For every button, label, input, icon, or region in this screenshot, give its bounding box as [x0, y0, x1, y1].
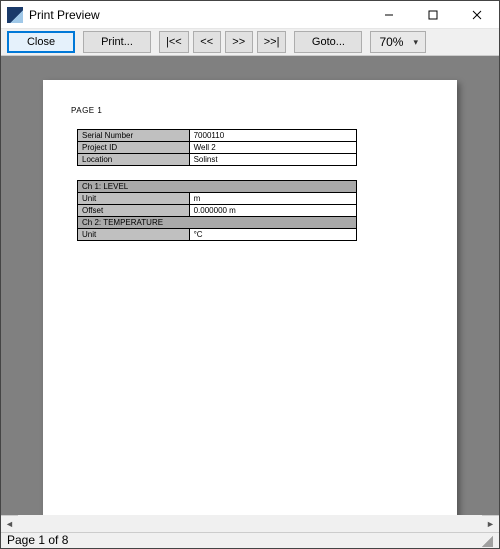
meta-key: Location	[78, 154, 190, 166]
nav-next-button[interactable]: >>	[225, 31, 253, 53]
toolbar: Close Print... |<< << >> >>| Goto... 70%…	[1, 29, 499, 56]
channel-key: Unit	[78, 193, 190, 205]
status-text: Page 1 of 8	[7, 533, 68, 547]
maximize-button[interactable]	[411, 1, 455, 29]
titlebar: Print Preview	[1, 1, 499, 29]
table-row: Serial Number 7000110	[78, 130, 357, 142]
status-bar: Page 1 of 8	[1, 532, 499, 548]
nav-first-button[interactable]: |<<	[159, 31, 189, 53]
meta-value: Well 2	[189, 142, 356, 154]
scroll-track[interactable]	[18, 515, 482, 532]
minimize-button[interactable]	[367, 1, 411, 29]
channel-value: m	[189, 193, 356, 205]
scroll-left-icon[interactable]: ◄	[1, 515, 18, 532]
nav-group: |<< << >> >>|	[159, 31, 286, 53]
zoom-value: 70%	[379, 35, 403, 49]
preview-canvas[interactable]: PAGE 1 Serial Number 7000110 Project ID …	[1, 56, 499, 515]
meta-key: Project ID	[78, 142, 190, 154]
app-icon	[7, 7, 23, 23]
resize-grip-icon[interactable]	[479, 533, 493, 547]
meta-table: Serial Number 7000110 Project ID Well 2 …	[77, 129, 357, 166]
horizontal-scrollbar[interactable]: ◄ ►	[1, 515, 499, 532]
channel-header-row: Ch 2: TEMPERATURE	[78, 217, 357, 229]
channel-header: Ch 1: LEVEL	[78, 181, 357, 193]
channel-header: Ch 2: TEMPERATURE	[78, 217, 357, 229]
close-icon	[472, 10, 482, 20]
table-row: Offset 0.000000 m	[78, 205, 357, 217]
page: PAGE 1 Serial Number 7000110 Project ID …	[43, 80, 457, 515]
print-button[interactable]: Print...	[83, 31, 151, 53]
maximize-icon	[428, 10, 438, 20]
meta-key: Serial Number	[78, 130, 190, 142]
table-row: Project ID Well 2	[78, 142, 357, 154]
channel-header-row: Ch 1: LEVEL	[78, 181, 357, 193]
table-row: Location Solinst	[78, 154, 357, 166]
table-row: Unit °C	[78, 229, 357, 241]
close-button[interactable]: Close	[7, 31, 75, 53]
window-close-button[interactable]	[455, 1, 499, 29]
scroll-right-icon[interactable]: ►	[482, 515, 499, 532]
channel-key: Offset	[78, 205, 190, 217]
page-number-label: PAGE 1	[71, 106, 429, 115]
channel-key: Unit	[78, 229, 190, 241]
table-row: Unit m	[78, 193, 357, 205]
nav-last-button[interactable]: >>|	[257, 31, 287, 53]
minimize-icon	[384, 10, 394, 20]
preview-wrap: PAGE 1 Serial Number 7000110 Project ID …	[1, 56, 499, 532]
window-title: Print Preview	[29, 8, 367, 22]
meta-value: Solinst	[189, 154, 356, 166]
nav-prev-button[interactable]: <<	[193, 31, 221, 53]
chevron-down-icon: ▾	[413, 37, 418, 48]
channel-value: 0.000000 m	[189, 205, 356, 217]
goto-button[interactable]: Goto...	[294, 31, 362, 53]
channel-value: °C	[189, 229, 356, 241]
channel-table: Ch 1: LEVEL Unit m Offset 0.000000 m Ch …	[77, 180, 357, 241]
meta-value: 7000110	[189, 130, 356, 142]
zoom-dropdown[interactable]: 70% ▾	[370, 31, 426, 53]
